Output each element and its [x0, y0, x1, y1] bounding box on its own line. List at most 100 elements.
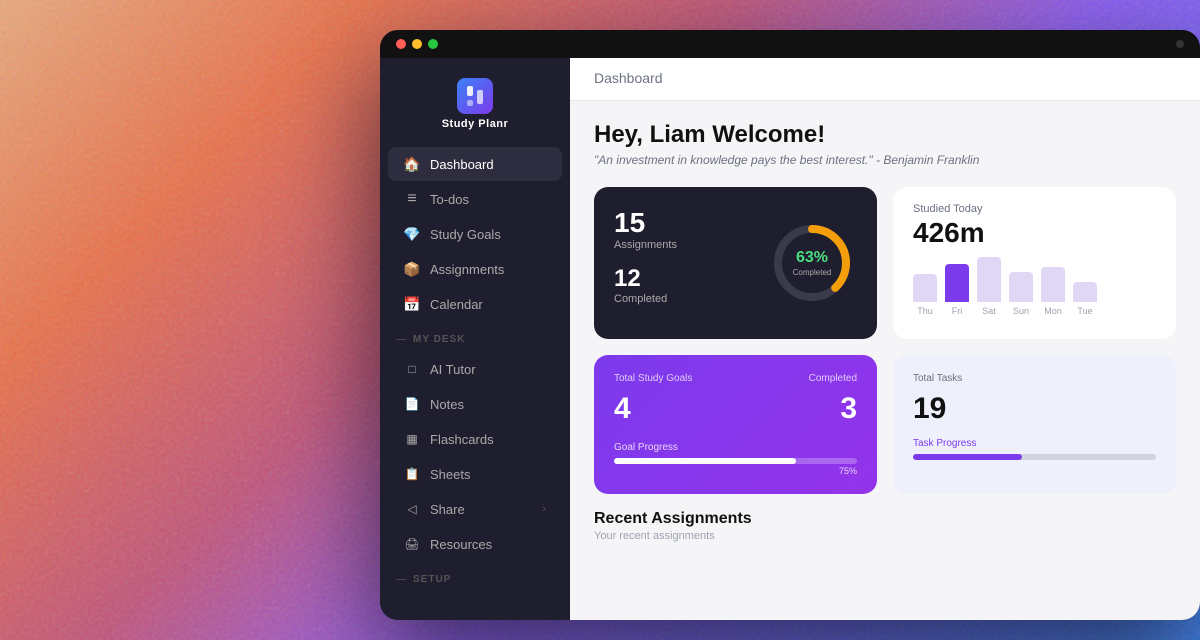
goals-completed-label: Completed: [809, 373, 857, 384]
sidebar-item-label: Calendar: [430, 297, 483, 312]
goals-progress-bar-bg: [614, 458, 857, 464]
tasks-card: Total Tasks 19 Task Progress: [893, 355, 1176, 494]
recent-assignments-sub: Your recent assignments: [594, 530, 1176, 542]
goals-progress-label: Goal Progress: [614, 442, 857, 453]
task-progress-bar-bg: [913, 454, 1156, 460]
tasks-labels-row: Total Tasks: [913, 373, 1156, 384]
logo-container: Study Planr: [380, 58, 570, 146]
flashcards-icon: ▦: [404, 431, 420, 447]
studied-value: 426m: [913, 217, 1156, 249]
sidebar-item-label: AI Tutor: [430, 362, 476, 377]
study-goals-icon: 💎: [404, 226, 420, 242]
share-icon: ◁: [404, 501, 420, 517]
bottom-cards-row: Total Study Goals Completed 4 3 Goal Pro…: [594, 355, 1176, 494]
logo-text: Study Planr: [442, 118, 509, 130]
camera-dot: [1176, 40, 1184, 48]
goals-completed-value: 3: [840, 392, 857, 426]
sidebar-item-label: Sheets: [430, 467, 470, 482]
sidebar-item-dashboard[interactable]: 🏠 Dashboard: [388, 147, 562, 181]
recent-assignments-section: Recent Assignments Your recent assignmen…: [594, 510, 1176, 542]
assignments-icon: 📦: [404, 261, 420, 277]
main-content: Dashboard Hey, Liam Welcome! "An investm…: [570, 58, 1200, 620]
ai-tutor-icon: □: [404, 361, 420, 377]
bar-day-label: Tue: [1077, 306, 1092, 316]
sidebar-item-calendar[interactable]: 📅 Calendar: [388, 287, 562, 321]
bar-day-label: Sat: [982, 306, 996, 316]
studied-label: Studied Today: [913, 203, 1156, 215]
my-desk-section-label: MY DESK: [380, 322, 570, 351]
studied-card: Studied Today 426m Thu Fri Sat Sun Mon Tue: [893, 187, 1176, 339]
recent-assignments-title: Recent Assignments: [594, 510, 1176, 528]
maximize-dot: [428, 39, 438, 49]
page-title: Dashboard: [594, 70, 663, 86]
notes-icon: 📄: [404, 396, 420, 412]
sidebar-item-share[interactable]: ◁ Share ›: [388, 492, 562, 526]
sidebar-item-todos[interactable]: ≡ To-dos: [388, 182, 562, 216]
goals-values-row: 4 3: [614, 392, 857, 426]
bar-sat: [977, 257, 1001, 302]
completed-label: Completed: [614, 293, 751, 305]
window-controls: [396, 39, 438, 49]
device-frame: Study Planr 🏠 Dashboard ≡ To-dos 💎 Study…: [380, 30, 1200, 620]
goals-progress-pct: 75%: [614, 466, 857, 476]
assignments-label: Assignments: [614, 239, 751, 251]
donut-sublabel: Completed: [793, 268, 832, 277]
welcome-title: Hey, Liam Welcome!: [594, 121, 1176, 149]
setup-section-label: SETUP: [380, 562, 570, 591]
bar-mon: [1041, 267, 1065, 302]
bar-tue: [1073, 282, 1097, 302]
completed-count: 12: [614, 265, 751, 293]
dashboard-icon: 🏠: [404, 156, 420, 172]
sidebar-item-label: Share: [430, 502, 465, 517]
sidebar-item-label: Study Goals: [430, 227, 501, 242]
assignments-card: 15 Assignments 12 Completed: [594, 187, 877, 339]
bar-fri: [945, 264, 969, 302]
content-area: Hey, Liam Welcome! "An investment in kno…: [570, 101, 1200, 620]
bar-day-label: Mon: [1044, 306, 1062, 316]
goals-labels-row: Total Study Goals Completed: [614, 373, 857, 384]
sidebar-item-study-goals[interactable]: 💎 Study Goals: [388, 217, 562, 251]
sidebar-item-ai-tutor[interactable]: □ AI Tutor: [388, 352, 562, 386]
sidebar-item-resources[interactable]: 🖨 Resources: [388, 527, 562, 561]
bar-day-label: Thu: [917, 306, 933, 316]
welcome-quote: "An investment in knowledge pays the bes…: [594, 153, 1176, 167]
goals-progress-bar-fill: [614, 458, 796, 464]
assignments-stats: 15 Assignments 12 Completed: [614, 207, 751, 319]
sidebar-item-notes[interactable]: 📄 Notes: [388, 387, 562, 421]
tasks-total-value: 19: [913, 392, 1156, 426]
bar-group-fri: Fri: [945, 264, 969, 316]
main-header: Dashboard: [570, 58, 1200, 101]
bar-thu: [913, 274, 937, 302]
device-topbar: [380, 30, 1200, 58]
chevron-right-icon: ›: [542, 503, 546, 515]
main-navigation: 🏠 Dashboard ≡ To-dos 💎 Study Goals 📦 Ass…: [380, 146, 570, 604]
sidebar-item-flashcards[interactable]: ▦ Flashcards: [388, 422, 562, 456]
donut-label: 63% Completed: [767, 218, 857, 308]
sidebar-item-sheets[interactable]: 📋 Sheets: [388, 457, 562, 491]
bar-chart: Thu Fri Sat Sun Mon Tue: [913, 261, 1156, 316]
close-dot: [396, 39, 406, 49]
task-progress-bar-fill: [913, 454, 1022, 460]
bar-group-thu: Thu: [913, 274, 937, 316]
sidebar-item-label: Assignments: [430, 262, 504, 277]
minimize-dot: [412, 39, 422, 49]
bar-day-label: Sun: [1013, 306, 1029, 316]
app-container: Study Planr 🏠 Dashboard ≡ To-dos 💎 Study…: [380, 58, 1200, 620]
sidebar-item-label: Resources: [430, 537, 492, 552]
donut-percentage: 63%: [796, 249, 828, 267]
sidebar: Study Planr 🏠 Dashboard ≡ To-dos 💎 Study…: [380, 58, 570, 620]
bar-sun: [1009, 272, 1033, 302]
sidebar-item-label: Notes: [430, 397, 464, 412]
sidebar-item-label: Dashboard: [430, 157, 494, 172]
task-progress-label: Task Progress: [913, 438, 1156, 449]
todos-icon: ≡: [404, 191, 420, 207]
donut-chart: 63% Completed: [767, 218, 857, 308]
sidebar-item-label: Flashcards: [430, 432, 494, 447]
assignments-count: 15: [614, 207, 751, 239]
logo-icon: [457, 78, 493, 114]
resources-icon: 🖨: [404, 536, 420, 552]
goals-card: Total Study Goals Completed 4 3 Goal Pro…: [594, 355, 877, 494]
bar-group-mon: Mon: [1041, 267, 1065, 316]
bar-group-sat: Sat: [977, 257, 1001, 316]
sidebar-item-assignments[interactable]: 📦 Assignments: [388, 252, 562, 286]
